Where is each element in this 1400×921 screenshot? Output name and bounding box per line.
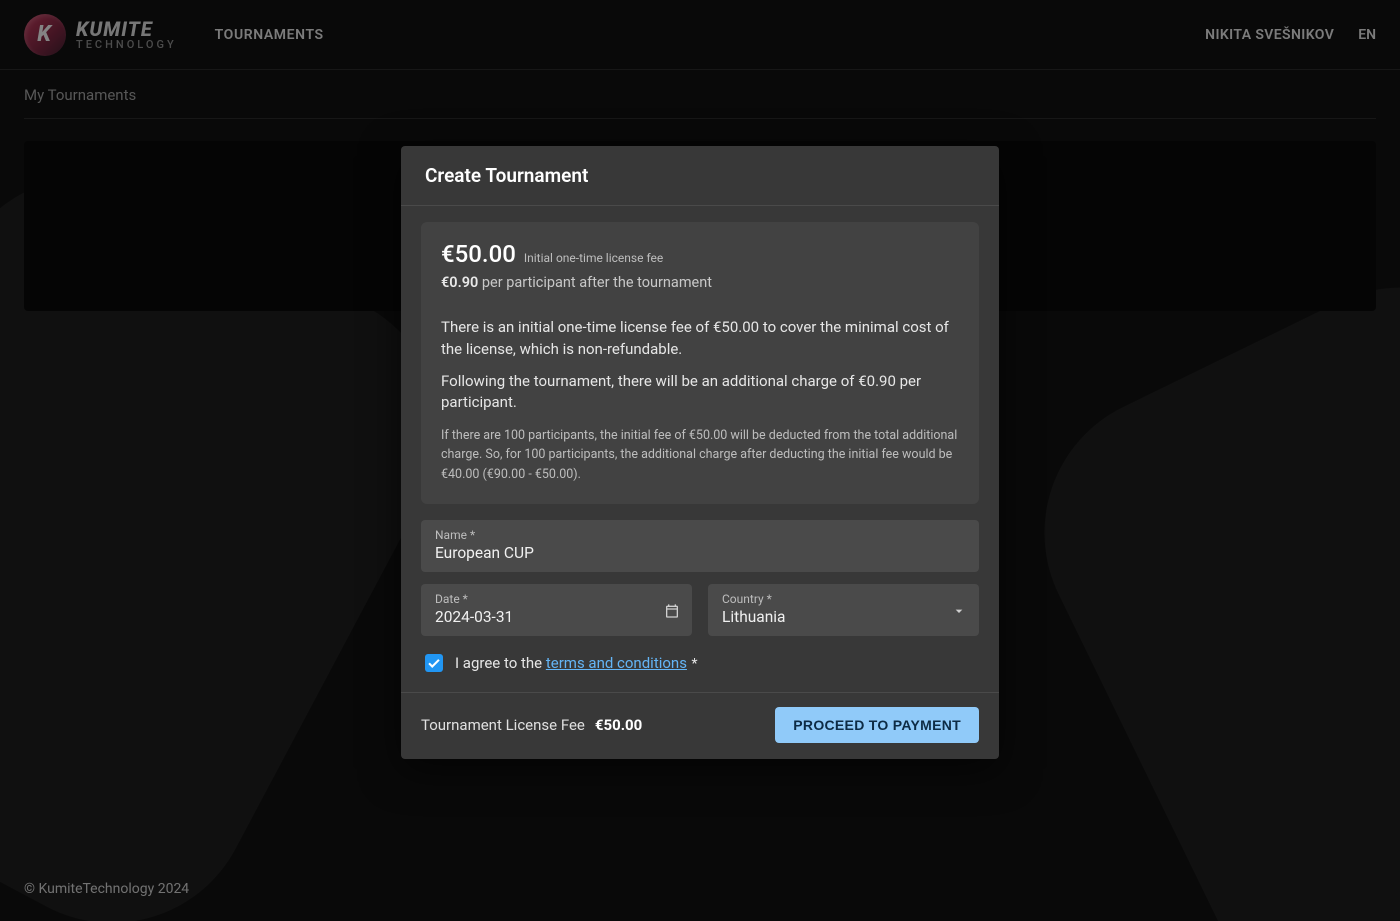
country-field[interactable]: Country * Lithuania [708, 584, 979, 636]
per-participant-text: per participant after the tournament [478, 274, 712, 291]
pricing-fineprint: If there are 100 participants, the initi… [441, 426, 959, 484]
modal-body: €50.00 Initial one-time license fee €0.9… [401, 206, 999, 692]
agree-checkbox[interactable] [425, 654, 443, 672]
pricing-paragraph-2: Following the tournament, there will be … [441, 371, 959, 415]
required-star: * [688, 656, 698, 672]
date-field-label: Date * [435, 592, 678, 606]
terms-link[interactable]: terms and conditions [546, 654, 687, 672]
name-input[interactable] [435, 544, 965, 562]
pricing-panel: €50.00 Initial one-time license fee €0.9… [421, 222, 979, 504]
per-participant-line: €0.90 per participant after the tourname… [441, 274, 959, 291]
name-field[interactable]: Name * [421, 520, 979, 572]
country-value: Lithuania [722, 608, 965, 626]
agree-row: I agree to the terms and conditions * [425, 654, 975, 672]
pricing-paragraph-1: There is an initial one-time license fee… [441, 317, 959, 361]
modal-footer: Tournament License Fee €50.00 PROCEED TO… [401, 692, 999, 759]
create-tournament-modal: Create Tournament €50.00 Initial one-tim… [401, 146, 999, 759]
agree-prefix: I agree to the [455, 654, 546, 672]
modal-title: Create Tournament [425, 164, 975, 187]
license-fee-amount: €50.00 [441, 240, 516, 268]
fee-amount: €50.00 [595, 716, 642, 734]
modal-header: Create Tournament [401, 146, 999, 206]
date-field[interactable]: Date * [421, 584, 692, 636]
name-field-label: Name * [435, 528, 965, 542]
per-participant-amount: €0.90 [441, 274, 478, 291]
modal-overlay[interactable]: Create Tournament €50.00 Initial one-tim… [0, 0, 1400, 921]
date-input[interactable] [435, 608, 678, 626]
license-fee-caption: Initial one-time license fee [524, 251, 663, 265]
proceed-to-payment-button[interactable]: PROCEED TO PAYMENT [775, 707, 979, 743]
country-field-label: Country * [722, 592, 965, 606]
fee-label: Tournament License Fee [421, 716, 585, 734]
